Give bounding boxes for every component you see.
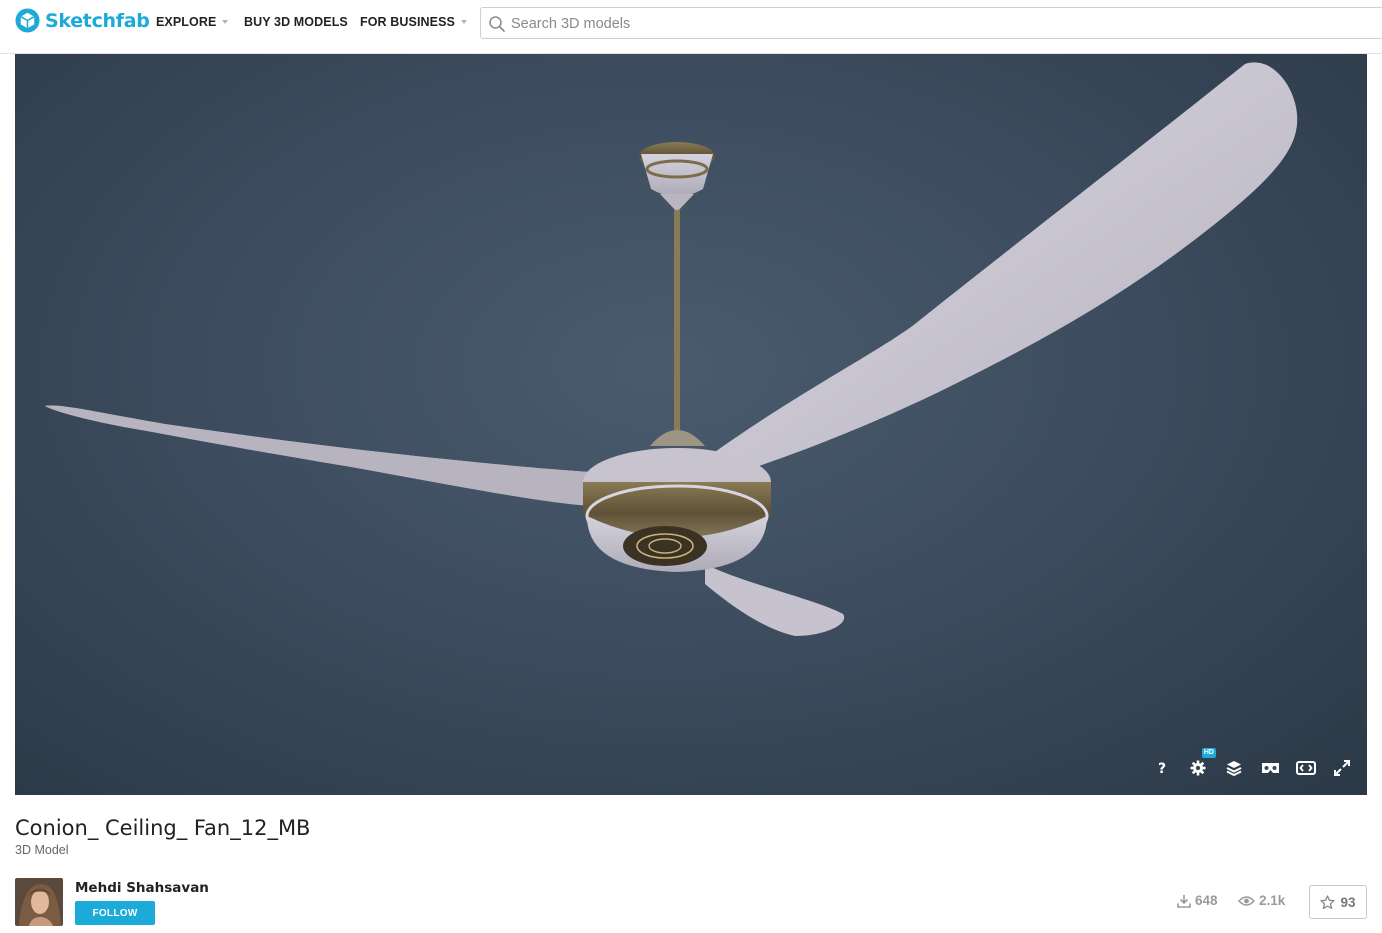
nav-business-label: FOR BUSINESS <box>360 15 455 29</box>
download-count-value: 648 <box>1195 893 1218 908</box>
top-navbar: Sketchfab EXPLORE BUY 3D MODELS FOR BUSI… <box>0 0 1382 54</box>
viewer-controls: ? HD <box>1137 748 1353 779</box>
fullscreen-icon <box>1334 760 1350 776</box>
model-viewer[interactable]: ? HD <box>15 54 1367 795</box>
layers-icon <box>1226 761 1242 776</box>
brand-name: Sketchfab <box>45 9 150 32</box>
help-button[interactable]: ? <box>1151 757 1173 779</box>
sketchfab-logo[interactable]: Sketchfab <box>15 8 150 33</box>
fullscreen-button[interactable] <box>1331 757 1353 779</box>
like-count: 93 <box>1340 894 1356 910</box>
nav-buy-label: BUY 3D MODELS <box>244 15 348 29</box>
author-name[interactable]: Mehdi Shahsavan <box>75 880 209 896</box>
search-input[interactable] <box>511 12 1371 36</box>
hd-badge: HD <box>1201 748 1216 758</box>
like-button[interactable]: 93 <box>1309 885 1367 919</box>
star-icon <box>1320 894 1336 909</box>
search-icon <box>489 16 505 32</box>
help-icon: ? <box>1158 761 1166 776</box>
follow-button[interactable]: FOLLOW <box>75 901 155 925</box>
nav-explore[interactable]: EXPLORE <box>156 15 229 29</box>
sketchfab-logo-icon <box>15 8 40 33</box>
nav-buy-3d-models[interactable]: BUY 3D MODELS <box>244 15 348 29</box>
chevron-down-icon <box>222 20 229 24</box>
embed-icon <box>1296 761 1316 775</box>
settings-button[interactable]: HD <box>1187 748 1216 779</box>
ceiling-fan-model <box>45 62 1298 636</box>
layers-button[interactable] <box>1223 757 1245 779</box>
chevron-down-icon <box>460 20 467 24</box>
model-type: 3D Model <box>15 843 69 857</box>
avatar[interactable] <box>15 878 63 926</box>
embed-button[interactable] <box>1295 757 1317 779</box>
search-box <box>480 7 1382 39</box>
nav-for-business[interactable]: FOR BUSINESS <box>360 15 467 29</box>
svg-text:?: ? <box>1158 761 1166 776</box>
author-avatar-image <box>15 878 63 926</box>
view-count: 2.1k <box>1238 893 1285 908</box>
vr-icon <box>1261 763 1279 773</box>
eye-icon <box>1238 895 1255 906</box>
gear-icon <box>1190 760 1206 776</box>
model-title: Conion_ Ceiling_ Fan_12_MB <box>15 816 311 840</box>
view-count-value: 2.1k <box>1259 893 1286 908</box>
vr-button[interactable] <box>1259 757 1281 779</box>
nav-explore-label: EXPLORE <box>156 15 217 29</box>
download-icon <box>1177 894 1191 908</box>
download-count: 648 <box>1177 893 1218 908</box>
